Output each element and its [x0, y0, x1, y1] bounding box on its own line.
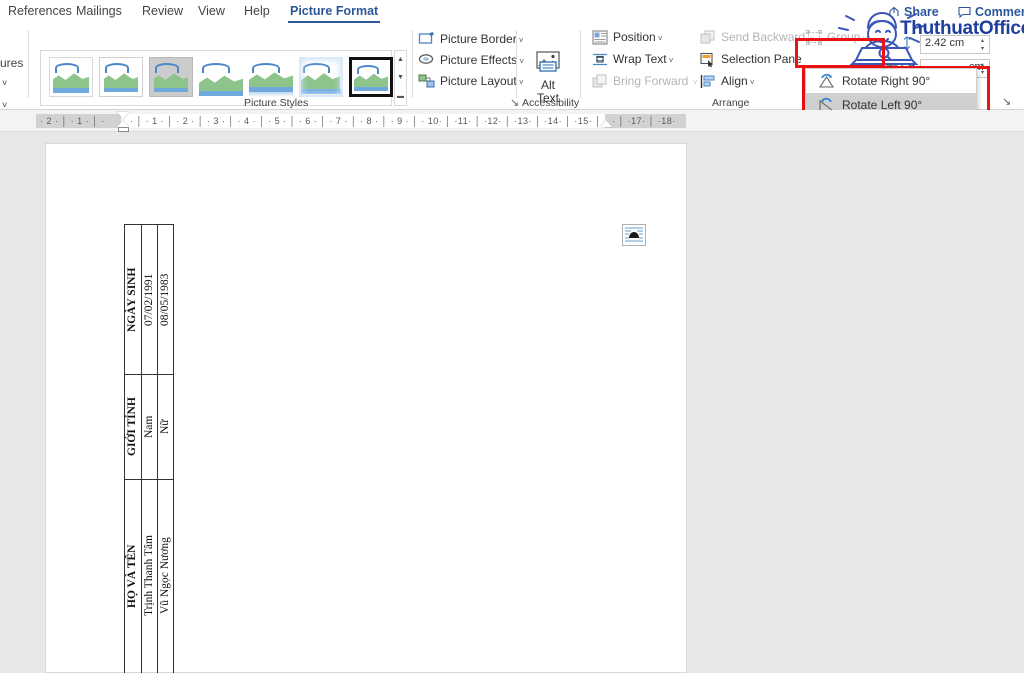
gallery-more-styles[interactable]: ▬: [395, 88, 406, 105]
send-backward-button: Send Backward ˅: [700, 28, 814, 47]
picture-effects-button[interactable]: Picture Effects ˅: [418, 50, 524, 70]
word-window: References Mailings Review View Help Pic…: [0, 0, 1024, 673]
picture-border-icon: [418, 31, 435, 47]
tab-help[interactable]: Help: [238, 0, 276, 24]
first-line-indent-marker[interactable]: [117, 112, 129, 119]
wrap-text-icon: [592, 52, 608, 67]
selection-pane-button[interactable]: Selection Pane: [700, 50, 802, 69]
chevron-down-icon[interactable]: ˅: [517, 36, 524, 45]
bring-forward-icon: [592, 74, 608, 89]
alt-text-icon: [531, 51, 565, 77]
chevron-down-icon[interactable]: ˅: [667, 56, 674, 65]
table-row-separator: [124, 479, 174, 480]
document-canvas[interactable]: NGÀY SINH 07/02/1991 08/05/1983 GIỚI TÍN…: [0, 132, 1024, 673]
picture-style-simple-frame-white[interactable]: [49, 57, 93, 97]
table-cell-gioi-tinh-2: Nữ: [159, 419, 171, 435]
left-group-label: ures: [0, 56, 24, 70]
position-label: Position: [613, 30, 656, 44]
picture-style-reflected-rounded-rectangle[interactable]: [249, 57, 293, 97]
table-header-ho-va-ten: HỌ VÀ TÊN: [126, 544, 138, 608]
selection-pane-icon: [700, 52, 716, 68]
position-button[interactable]: Position ˅: [592, 28, 663, 47]
align-icon: [700, 74, 716, 89]
wrap-text-label: Wrap Text: [613, 52, 667, 66]
tab-review[interactable]: Review: [136, 0, 189, 24]
send-backward-label: Send Backward: [721, 30, 806, 44]
group-icon: [805, 29, 823, 46]
picture-layout-button[interactable]: Picture Layout ˅: [418, 71, 524, 91]
chevron-down-icon[interactable]: ˅: [2, 100, 7, 110]
chevron-down-icon[interactable]: ˅: [2, 78, 7, 88]
chevron-down-icon: ˅: [688, 78, 698, 87]
document-page[interactable]: NGÀY SINH 07/02/1991 08/05/1983 GIỚI TÍN…: [45, 143, 687, 673]
ruler-left-marks: · 2 · │ · 1 · │ ·: [40, 116, 105, 126]
anchored-picture-placeholder[interactable]: [622, 224, 646, 246]
table-cell-ho-va-ten-1: Trịnh Thanh Tâm: [143, 535, 155, 617]
ruler-right-marks: · │ · 1 · │ · 2 · │ · 3 · │ · 4 · │ · 5 …: [130, 116, 608, 126]
comment-label: Comment: [975, 5, 1024, 19]
menu-item-rotate-right-90[interactable]: Rotate Right 90°: [806, 69, 976, 93]
bring-forward-button: Bring Forward ˅: [592, 72, 697, 91]
picture-effects-icon: [418, 52, 435, 68]
brand-watermark: ThuthuatOffice: [900, 18, 1024, 39]
chevron-down-icon[interactable]: ˅: [748, 78, 755, 87]
chevron-down-icon[interactable]: ˅: [517, 78, 524, 87]
menu-label-rotate-right-90: Rotate Right 90°: [842, 74, 931, 88]
picture-border-label: Picture Border: [440, 32, 517, 46]
picture-style-beveled-matte-white[interactable]: [99, 57, 143, 97]
tab-mailings[interactable]: Mailings: [70, 0, 128, 24]
ruler-tail-marks: · │ ·17· │ ·18·: [612, 116, 676, 126]
table-row-separator: [124, 374, 174, 375]
tab-view[interactable]: View: [192, 0, 231, 24]
table-cell-ngay-sinh-2: 08/05/1983: [159, 273, 171, 327]
size-dialog-launcher[interactable]: ↘: [1002, 95, 1011, 108]
align-button[interactable]: Align ˅: [700, 72, 755, 91]
right-indent-marker[interactable]: [600, 120, 612, 127]
table-header-ngay-sinh: NGÀY SINH: [126, 267, 138, 333]
wrap-text-button[interactable]: Wrap Text ˅: [592, 50, 673, 69]
rotated-table[interactable]: NGÀY SINH 07/02/1991 08/05/1983 GIỚI TÍN…: [124, 224, 174, 673]
selection-pane-label: Selection Pane: [721, 52, 802, 66]
picture-layout-label: Picture Layout: [440, 74, 517, 88]
group-label-picture-styles: Picture Styles: [244, 97, 309, 109]
hanging-indent-marker[interactable]: [117, 120, 129, 127]
picture-styles-scrollbar[interactable]: ▲ ▼ ▬: [394, 50, 407, 106]
rotate-right-icon: [818, 73, 835, 89]
group-label-arrange: Arrange: [712, 97, 750, 109]
picture-layout-icon: [418, 73, 435, 89]
chevron-down-icon[interactable]: ˅: [517, 57, 524, 66]
align-label: Align: [721, 74, 748, 88]
chevron-down-icon[interactable]: ˅: [656, 34, 663, 43]
gallery-scroll-up[interactable]: ▲: [395, 51, 406, 68]
picture-effects-label: Picture Effects: [440, 53, 518, 67]
position-icon: [592, 30, 608, 45]
group-label-accessibility: Accessibility: [522, 97, 580, 109]
alt-text-label-1: Alt: [540, 78, 555, 92]
width-spinner[interactable]: ▴ ▾: [977, 61, 988, 77]
horizontal-ruler[interactable]: · 2 · │ · 1 · │ · · │ · 1 · │ · 2 · │ · …: [0, 110, 1024, 132]
gallery-scroll-down[interactable]: ▼: [395, 69, 406, 86]
table-cell-gioi-tinh-1: Nam: [143, 415, 155, 439]
picture-border-button[interactable]: Picture Border ˅: [418, 29, 524, 49]
table-cell-ngay-sinh-1: 07/02/1991: [143, 273, 155, 327]
picture-style-drop-shadow-rectangle[interactable]: [199, 57, 243, 97]
picture-style-soft-edge-oval[interactable]: [299, 57, 343, 97]
table-header-gioi-tinh: GIỚI TÍNH: [126, 397, 138, 457]
picture-style-thick-matte-black[interactable]: [349, 57, 393, 97]
table-cell-ho-va-ten-2: Vũ Ngọc Nương: [159, 537, 171, 615]
tab-references[interactable]: References: [2, 0, 78, 24]
picture-style-metal-frame[interactable]: [149, 57, 193, 97]
tab-picture-format[interactable]: Picture Format: [284, 0, 384, 24]
bring-forward-label: Bring Forward: [613, 74, 689, 88]
accessibility-dialog-launcher[interactable]: ↘: [510, 96, 519, 109]
picture-styles-gallery[interactable]: [40, 50, 393, 106]
send-backward-icon: [700, 30, 716, 45]
